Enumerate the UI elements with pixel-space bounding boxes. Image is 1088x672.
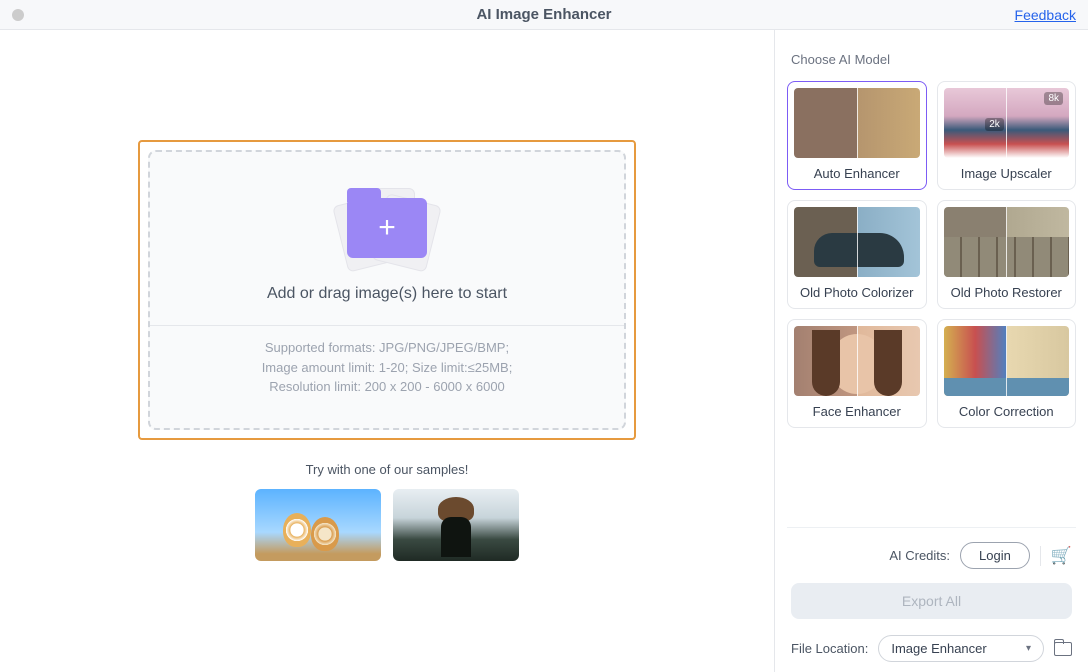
choose-model-label: Choose AI Model: [787, 52, 1076, 67]
right-bottom: AI Credits: Login 🛒 Export All File Loca…: [787, 527, 1076, 672]
model-label: Face Enhancer: [794, 404, 920, 421]
info-limits: Image amount limit: 1-20; Size limit:≤25…: [262, 358, 513, 378]
credits-row: AI Credits: Login 🛒: [791, 542, 1072, 569]
window-dot: [12, 9, 24, 21]
samples-row: [255, 489, 519, 561]
model-label: Color Correction: [944, 404, 1070, 421]
model-face-enhancer[interactable]: Face Enhancer: [787, 319, 927, 428]
feedback-link[interactable]: Feedback: [1015, 7, 1076, 23]
browse-folder-icon[interactable]: [1054, 642, 1072, 656]
file-location-row: File Location: Image Enhancer ▾: [791, 635, 1072, 662]
model-thumb: [794, 88, 920, 158]
cart-icon[interactable]: 🛒: [1051, 546, 1072, 566]
info-formats: Supported formats: JPG/PNG/JPEG/BMP;: [262, 338, 513, 358]
file-location-select[interactable]: Image Enhancer ▾: [878, 635, 1044, 662]
model-label: Old Photo Restorer: [944, 285, 1070, 302]
info-resolution: Resolution limit: 200 x 200 - 6000 x 600…: [262, 377, 513, 397]
divider: [150, 325, 624, 326]
main-panel: + Add or drag image(s) here to start Sup…: [0, 30, 774, 672]
model-label: Image Upscaler: [944, 166, 1070, 183]
divider: [1040, 546, 1041, 566]
dropzone-main-text: Add or drag image(s) here to start: [267, 285, 507, 303]
model-old-photo-colorizer[interactable]: Old Photo Colorizer: [787, 200, 927, 309]
app-title: AI Image Enhancer: [476, 6, 611, 23]
image-dropzone[interactable]: + Add or drag image(s) here to start Sup…: [148, 150, 626, 430]
dropzone-icon: +: [322, 183, 452, 273]
model-color-correction[interactable]: Color Correction: [937, 319, 1077, 428]
model-thumb: [794, 326, 920, 396]
model-thumb: 2k 8k: [944, 88, 1070, 158]
model-image-upscaler[interactable]: 2k 8k Image Upscaler: [937, 81, 1077, 190]
file-location-value: Image Enhancer: [891, 641, 986, 656]
folder-plus-icon: +: [347, 198, 427, 258]
file-location-label: File Location:: [791, 641, 868, 656]
model-grid: Auto Enhancer 2k 8k Image Upscaler Old P…: [787, 81, 1076, 428]
badge-8k: 8k: [1044, 92, 1063, 105]
login-button[interactable]: Login: [960, 542, 1030, 569]
samples-label: Try with one of our samples!: [306, 462, 469, 477]
badge-2k: 2k: [985, 118, 1004, 131]
chevron-down-icon: ▾: [1026, 643, 1031, 654]
plus-icon: +: [378, 213, 396, 243]
sample-image-person[interactable]: [393, 489, 519, 561]
sample-image-balloons[interactable]: [255, 489, 381, 561]
model-auto-enhancer[interactable]: Auto Enhancer: [787, 81, 927, 190]
model-old-photo-restorer[interactable]: Old Photo Restorer: [937, 200, 1077, 309]
model-thumb: [944, 326, 1070, 396]
model-thumb: [944, 207, 1070, 277]
dropzone-info: Supported formats: JPG/PNG/JPEG/BMP; Ima…: [262, 338, 513, 397]
titlebar: AI Image Enhancer Feedback: [0, 0, 1088, 30]
dropzone-highlight: + Add or drag image(s) here to start Sup…: [138, 140, 636, 440]
right-panel: Choose AI Model Auto Enhancer 2k 8k Imag…: [774, 30, 1088, 672]
model-label: Auto Enhancer: [794, 166, 920, 183]
credits-label: AI Credits:: [889, 548, 950, 563]
model-label: Old Photo Colorizer: [794, 285, 920, 302]
model-thumb: [794, 207, 920, 277]
export-all-button[interactable]: Export All: [791, 583, 1072, 619]
